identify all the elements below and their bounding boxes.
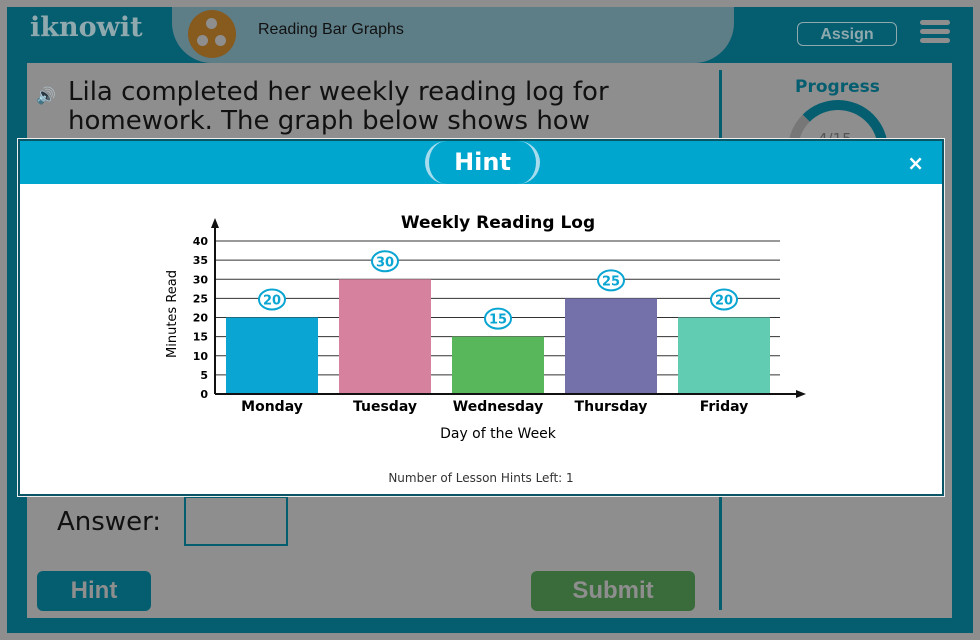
bar-thursday (565, 298, 657, 394)
answer-input[interactable] (184, 496, 288, 546)
bar-monday (226, 317, 318, 394)
x-tick-label: Friday (700, 399, 749, 415)
answer-label: Answer: (57, 507, 162, 537)
y-axis-label: Minutes Read (165, 270, 180, 358)
y-tick-label: 15 (193, 331, 208, 344)
topic-title: Reading Bar Graphs (258, 21, 404, 38)
hint-modal: Hint × 0 5 10 15 20 25 30 35 40 20 Monday 30 Tuesday… (18, 139, 944, 496)
y-tick-label: 30 (193, 273, 209, 286)
topic-banner: Reading Bar Graphs (172, 7, 734, 63)
bar-wednesday (452, 336, 544, 394)
data-label: 30 (376, 255, 394, 270)
y-tick-label: 10 (193, 350, 209, 363)
y-tick-label: 40 (193, 235, 209, 248)
topic-icon (188, 10, 236, 58)
data-label: 25 (602, 274, 620, 289)
y-tick-label: 0 (200, 388, 208, 401)
data-label: 15 (489, 313, 507, 328)
submit-button[interactable]: Submit (531, 571, 695, 611)
y-tick-label: 35 (193, 254, 208, 267)
y-tick-label: 5 (200, 369, 208, 382)
data-label: 20 (263, 294, 281, 309)
assign-button[interactable]: Assign (797, 22, 897, 46)
modal-title: Hint (425, 141, 540, 184)
y-tick-label: 20 (193, 312, 209, 325)
bar-tuesday (339, 279, 431, 394)
x-axis-label: Day of the Week (440, 426, 557, 442)
bar-chart: 0 5 10 15 20 25 30 35 40 20 Monday 30 Tuesday 15 Wedne… (165, 213, 806, 442)
hint-button[interactable]: Hint (37, 571, 151, 611)
question-text: Lila completed her weekly reading log fo… (68, 77, 609, 136)
menu-icon[interactable] (920, 20, 950, 47)
x-tick-label: Tuesday (353, 399, 417, 415)
progress-label: Progress (795, 77, 880, 97)
speaker-icon[interactable]: 🔊 (36, 86, 56, 105)
y-axis-arrow (211, 218, 219, 228)
modal-header: Hint × (20, 141, 942, 184)
x-tick-label: Wednesday (453, 399, 543, 415)
x-axis-arrow (796, 390, 806, 398)
close-icon[interactable]: × (907, 151, 924, 175)
x-tick-label: Thursday (575, 399, 648, 415)
bar-friday (678, 317, 770, 394)
logo: iknowit (30, 12, 143, 43)
x-tick-label: Monday (241, 399, 303, 415)
y-tick-label: 25 (193, 292, 208, 305)
chart-title: Weekly Reading Log (401, 213, 595, 233)
hints-left-text: Number of Lesson Hints Left: 1 (388, 471, 574, 485)
data-label: 20 (715, 294, 733, 309)
